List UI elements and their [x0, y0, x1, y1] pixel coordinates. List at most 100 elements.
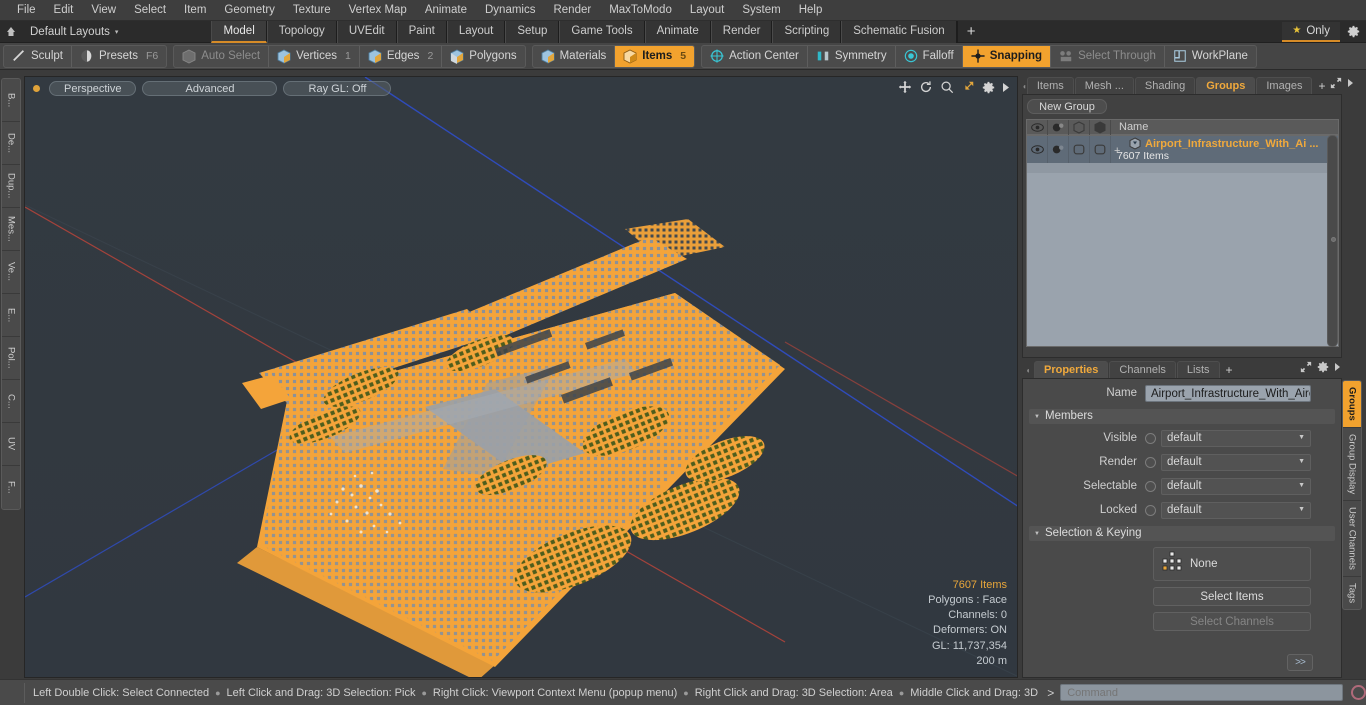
expand-icon[interactable]	[1330, 77, 1342, 92]
home-icon[interactable]	[0, 22, 22, 42]
toolbar-button-workplane[interactable]: WorkPlane	[1165, 46, 1256, 67]
vertical-tab-group-display[interactable]: Group Display	[1343, 428, 1361, 501]
cube-select-icon[interactable]	[1090, 119, 1111, 135]
layout-tab-scripting[interactable]: Scripting	[772, 20, 842, 43]
toolbar-button-symmetry[interactable]: Symmetry	[808, 45, 896, 67]
layout-tab-game-tools[interactable]: Game Tools	[559, 20, 645, 43]
toolbar-button-select-through[interactable]: Select Through	[1051, 45, 1165, 67]
layout-tab-uvedit[interactable]: UVEdit	[336, 20, 397, 43]
new-group-button[interactable]: New Group	[1027, 99, 1107, 114]
toolbar-button-items[interactable]: Items 5	[615, 45, 695, 67]
tab-items[interactable]: Items	[1026, 77, 1074, 94]
default-layouts-menu[interactable]: Default Layouts ▾	[22, 26, 126, 38]
cube-icon[interactable]	[1069, 119, 1090, 135]
menu-item-view[interactable]: View	[82, 1, 125, 20]
selection-keying-section-header[interactable]: Selection & Keying	[1029, 526, 1335, 541]
layout-tab-topology[interactable]: Topology	[266, 20, 337, 43]
menu-item-vertex-map[interactable]: Vertex Map	[340, 1, 416, 20]
menu-item-render[interactable]: Render	[544, 1, 600, 20]
scrollbar-knob[interactable]	[1331, 236, 1336, 242]
gear-icon[interactable]	[982, 81, 995, 97]
menu-item-item[interactable]: Item	[175, 1, 215, 20]
properties-menu-icon[interactable]: ◖	[1022, 366, 1034, 378]
left-rail-tab-5[interactable]: E...	[2, 294, 20, 337]
left-rail-tab-4[interactable]: Ve...	[2, 251, 20, 294]
left-rail-tab-3[interactable]: Mes...	[2, 208, 20, 251]
menu-item-geometry[interactable]: Geometry	[215, 1, 284, 20]
property-state-toggle[interactable]	[1145, 480, 1156, 492]
group-list-rows[interactable]: + Airport_Infrastructure_With_Ai ... 760…	[1026, 135, 1339, 347]
viewport-canvas[interactable]: Y X Z	[25, 77, 1017, 677]
property-state-toggle[interactable]	[1145, 432, 1156, 444]
layout-tab-paint[interactable]: Paint	[396, 20, 447, 43]
row-eye-icon[interactable]	[1027, 136, 1048, 163]
group-list-scrollbar[interactable]	[1327, 135, 1338, 347]
members-section-header[interactable]: Members	[1029, 409, 1335, 424]
list-item[interactable]: Airport_Infrastructure_With_Ai ...	[1117, 137, 1338, 150]
viewport-projection-button[interactable]: Perspective	[49, 80, 137, 96]
toolbar-button-materials[interactable]: Materials	[533, 45, 616, 67]
toolbar-button-auto-select[interactable]: Auto Select	[174, 45, 270, 67]
tab-shading[interactable]: Shading	[1134, 77, 1196, 94]
layout-tab-layout[interactable]: Layout	[446, 20, 506, 43]
add-tab-button[interactable]: +	[1313, 78, 1330, 94]
menu-item-dynamics[interactable]: Dynamics	[476, 1, 544, 20]
vertical-tab-groups[interactable]: Groups	[1343, 381, 1361, 428]
toolbar-button-vertices[interactable]: Vertices 1	[269, 45, 360, 67]
zoom-icon[interactable]	[940, 80, 954, 97]
gear-icon[interactable]	[1317, 361, 1329, 376]
toolbar-button-sculpt[interactable]: Sculpt	[4, 45, 72, 67]
add-layout-button[interactable]: +	[956, 20, 985, 43]
expand-more-button[interactable]: >>	[1287, 654, 1313, 671]
command-input[interactable]	[1060, 684, 1344, 701]
layout-tab-model[interactable]: Model	[211, 20, 267, 43]
menu-item-maxtomodo[interactable]: MaxToModo	[600, 1, 681, 20]
property-dropdown-visible[interactable]: default ▼	[1161, 429, 1311, 447]
viewport-shading-button[interactable]: Advanced	[142, 80, 278, 96]
tab-mesh[interactable]: Mesh ...	[1074, 77, 1134, 94]
toolbar-button-action-center[interactable]: Action Center	[702, 45, 808, 67]
row-lock-toggle[interactable]	[1069, 136, 1090, 163]
menu-item-animate[interactable]: Animate	[416, 1, 476, 20]
chevron-right-icon[interactable]	[1334, 362, 1342, 375]
toolbar-button-edges[interactable]: Edges 2	[360, 45, 443, 67]
3d-viewport[interactable]: Y X Z Perspective Advanced Ray GL: Off	[24, 76, 1018, 678]
gear-icon[interactable]	[1340, 21, 1366, 43]
chevron-right-icon[interactable]	[1002, 82, 1011, 96]
property-state-toggle[interactable]	[1145, 504, 1156, 516]
select-items-button[interactable]: Select Items	[1153, 587, 1311, 606]
tab-channels[interactable]: Channels	[1109, 361, 1176, 378]
add-properties-tab-button[interactable]: +	[1221, 362, 1238, 378]
row-render-icon[interactable]	[1048, 136, 1069, 163]
layout-tab-render[interactable]: Render	[710, 20, 773, 43]
left-rail-tab-1[interactable]: De...	[2, 122, 20, 165]
vertical-tab-tags[interactable]: Tags	[1343, 577, 1361, 609]
left-rail-tab-0[interactable]: B...	[2, 79, 20, 122]
property-state-toggle[interactable]	[1145, 456, 1156, 468]
toolbar-button-falloff[interactable]: Falloff	[896, 45, 963, 67]
left-rail-tab-8[interactable]: UV	[2, 423, 20, 466]
left-rail-tab-7[interactable]: C...	[2, 380, 20, 423]
tab-lists[interactable]: Lists	[1176, 361, 1220, 378]
vertical-tab-user-channels[interactable]: User Channels	[1343, 501, 1361, 577]
toolbar-button-presets[interactable]: Presets F6	[72, 46, 166, 67]
menu-item-system[interactable]: System	[733, 1, 789, 20]
expand-row-button[interactable]: +	[1114, 145, 1120, 157]
selection-set-field[interactable]: None	[1153, 547, 1311, 581]
row-select-toggle[interactable]	[1090, 136, 1111, 163]
eye-icon[interactable]	[1027, 119, 1048, 135]
menu-item-file[interactable]: File	[8, 1, 45, 20]
layout-tab-schematic-fusion[interactable]: Schematic Fusion	[841, 20, 957, 43]
menu-item-select[interactable]: Select	[125, 1, 175, 20]
name-field[interactable]: Airport_Infrastructure_With_Aircraft	[1145, 384, 1311, 402]
render-icon[interactable]	[1048, 119, 1069, 135]
toolbar-button-snapping[interactable]: Snapping	[962, 45, 1052, 67]
property-dropdown-render[interactable]: default ▼	[1161, 453, 1311, 471]
menu-item-edit[interactable]: Edit	[45, 1, 83, 20]
menu-item-texture[interactable]: Texture	[284, 1, 340, 20]
rotate-icon[interactable]	[919, 80, 933, 97]
only-toggle[interactable]: ★ Only	[1282, 21, 1340, 42]
record-icon[interactable]	[1351, 685, 1366, 700]
property-dropdown-locked[interactable]: default ▼	[1161, 501, 1311, 519]
viewport-raygl-button[interactable]: Ray GL: Off	[283, 80, 392, 96]
